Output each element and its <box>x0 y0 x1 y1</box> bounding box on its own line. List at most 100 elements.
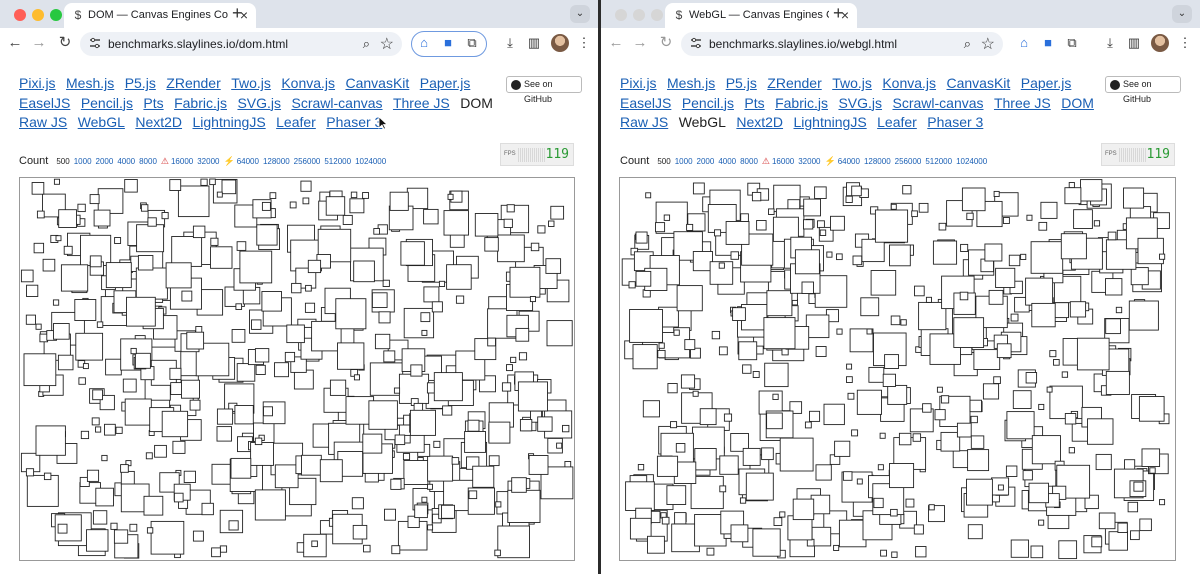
github-button[interactable]: See on GitHub <box>506 76 582 104</box>
engine-link-mesh-js[interactable]: Mesh.js <box>66 74 114 94</box>
minimize-window-button[interactable] <box>633 9 645 21</box>
count-option-4000[interactable]: 4000 <box>718 157 736 166</box>
engine-link-easeljs[interactable]: EaselJS <box>620 94 671 114</box>
extension-folder-icon[interactable]: ■ <box>438 33 458 53</box>
menu-dots-icon[interactable]: ⋮ <box>574 33 594 53</box>
extension-home-icon[interactable]: ⌂ <box>414 33 434 53</box>
tab-active[interactable]: $ DOM — Canvas Engines Comparison × <box>64 3 256 28</box>
minimize-window-button[interactable] <box>32 9 44 21</box>
engine-link-konva-js[interactable]: Konva.js <box>882 74 936 94</box>
count-option-1000[interactable]: 1000 <box>74 157 92 166</box>
avatar[interactable] <box>551 34 569 52</box>
engine-link-mesh-js[interactable]: Mesh.js <box>667 74 715 94</box>
count-option-256000[interactable]: 256000 <box>294 157 321 166</box>
star-icon[interactable]: ☆ <box>981 34 995 54</box>
count-option-8000[interactable]: 8000 <box>139 157 157 166</box>
engine-link-lightningjs[interactable]: LightningJS <box>193 113 266 133</box>
engine-link-konva-js[interactable]: Konva.js <box>281 74 335 94</box>
engine-link-pencil-js[interactable]: Pencil.js <box>682 94 734 114</box>
extension-home-icon[interactable]: ⌂ <box>1014 33 1034 53</box>
engine-link-two-js[interactable]: Two.js <box>231 74 271 94</box>
count-option-1000[interactable]: 1000 <box>675 157 693 166</box>
count-option-1024000[interactable]: 1024000 <box>355 157 386 166</box>
engine-link-three-js[interactable]: Three JS <box>393 94 450 114</box>
back-button[interactable]: ← <box>607 34 625 52</box>
tab-search-button[interactable]: ⌄ <box>1172 5 1192 23</box>
engine-link-raw-js[interactable]: Raw JS <box>620 113 668 133</box>
count-option-2000[interactable]: 2000 <box>697 157 715 166</box>
engine-link-pixi-js[interactable]: Pixi.js <box>620 74 657 94</box>
maximize-window-button[interactable] <box>50 9 62 21</box>
magnifier-icon[interactable]: ⌕ <box>964 36 971 52</box>
engine-link-fabric-js[interactable]: Fabric.js <box>174 94 227 114</box>
forward-button[interactable]: → <box>30 34 48 52</box>
star-icon[interactable]: ☆ <box>380 34 394 54</box>
maximize-window-button[interactable] <box>651 9 663 21</box>
menu-dots-icon[interactable]: ⋮ <box>1175 33 1195 53</box>
engine-link-leafer[interactable]: Leafer <box>877 113 917 133</box>
engine-link-pts[interactable]: Pts <box>744 94 764 114</box>
count-option-512000[interactable]: 512000 <box>925 157 952 166</box>
engine-link-fabric-js[interactable]: Fabric.js <box>775 94 828 114</box>
engine-link-scrawl-canvas[interactable]: Scrawl-canvas <box>291 94 382 114</box>
count-option-32000[interactable]: 32000 <box>197 157 219 166</box>
count-option-1024000[interactable]: 1024000 <box>956 157 987 166</box>
count-option-128000[interactable]: 128000 <box>263 157 290 166</box>
engine-link-easeljs[interactable]: EaselJS <box>19 94 70 114</box>
count-option-512000[interactable]: 512000 <box>324 157 351 166</box>
side-panel-icon[interactable]: ▥ <box>1124 33 1144 53</box>
engine-link-leafer[interactable]: Leafer <box>276 113 316 133</box>
engine-link-zrender[interactable]: ZRender <box>767 74 821 94</box>
engine-link-next2d[interactable]: Next2D <box>135 113 182 133</box>
engine-link-canvaskit[interactable]: CanvasKit <box>947 74 1011 94</box>
engine-link-paper-js[interactable]: Paper.js <box>1021 74 1072 94</box>
close-window-button[interactable] <box>14 9 26 21</box>
count-option-8000[interactable]: 8000 <box>740 157 758 166</box>
back-button[interactable]: ← <box>6 34 24 52</box>
magnifier-icon[interactable]: ⌕ <box>363 36 370 52</box>
address-bar[interactable]: benchmarks.slaylines.io/dom.html ⌕ ☆ <box>80 32 402 56</box>
extension-folder-icon[interactable]: ■ <box>1038 33 1058 53</box>
url-text[interactable]: benchmarks.slaylines.io/dom.html <box>108 37 288 51</box>
engine-link-zrender[interactable]: ZRender <box>166 74 220 94</box>
engine-link-pixi-js[interactable]: Pixi.js <box>19 74 56 94</box>
site-settings-icon[interactable] <box>89 37 101 49</box>
engine-link-canvaskit[interactable]: CanvasKit <box>346 74 410 94</box>
count-option-16000[interactable]: 16000 <box>772 157 794 166</box>
close-window-button[interactable] <box>615 9 627 21</box>
engine-link-phaser-3[interactable]: Phaser 3 <box>927 113 983 133</box>
engine-link-svg-js[interactable]: SVG.js <box>237 94 281 114</box>
count-option-256000[interactable]: 256000 <box>895 157 922 166</box>
forward-button[interactable]: → <box>631 34 649 52</box>
engine-link-dom[interactable]: DOM <box>1061 94 1094 114</box>
engine-link-svg-js[interactable]: SVG.js <box>838 94 882 114</box>
downloads-icon[interactable]: ⤓ <box>1100 33 1120 53</box>
count-option-64000[interactable]: 64000 <box>838 157 860 166</box>
engine-link-two-js[interactable]: Two.js <box>832 74 872 94</box>
extensions-puzzle-icon[interactable]: ⧉ <box>462 33 482 53</box>
engine-link-p5-js[interactable]: P5.js <box>125 74 156 94</box>
engine-link-pencil-js[interactable]: Pencil.js <box>81 94 133 114</box>
count-option-16000[interactable]: 16000 <box>171 157 193 166</box>
engine-link-three-js[interactable]: Three JS <box>994 94 1051 114</box>
count-option-4000[interactable]: 4000 <box>117 157 135 166</box>
extensions-puzzle-icon[interactable]: ⧉ <box>1062 33 1082 53</box>
engine-link-paper-js[interactable]: Paper.js <box>420 74 471 94</box>
side-panel-icon[interactable]: ▥ <box>524 33 544 53</box>
url-text[interactable]: benchmarks.slaylines.io/webgl.html <box>709 37 897 51</box>
count-option-32000[interactable]: 32000 <box>798 157 820 166</box>
engine-link-p5-js[interactable]: P5.js <box>726 74 757 94</box>
engine-link-next2d[interactable]: Next2D <box>736 113 783 133</box>
engine-link-raw-js[interactable]: Raw JS <box>19 113 67 133</box>
new-tab-button[interactable]: + <box>232 3 243 23</box>
engine-link-lightningjs[interactable]: LightningJS <box>794 113 867 133</box>
engine-link-phaser-3[interactable]: Phaser 3 <box>326 113 382 133</box>
avatar[interactable] <box>1151 34 1169 52</box>
downloads-icon[interactable]: ⤓ <box>500 33 520 53</box>
engine-link-scrawl-canvas[interactable]: Scrawl-canvas <box>892 94 983 114</box>
site-settings-icon[interactable] <box>690 37 702 49</box>
tab-search-button[interactable]: ⌄ <box>570 5 590 23</box>
tab-active[interactable]: $ WebGL — Canvas Engines Comparison × <box>665 3 857 28</box>
engine-link-webgl[interactable]: WebGL <box>78 113 125 133</box>
count-option-128000[interactable]: 128000 <box>864 157 891 166</box>
